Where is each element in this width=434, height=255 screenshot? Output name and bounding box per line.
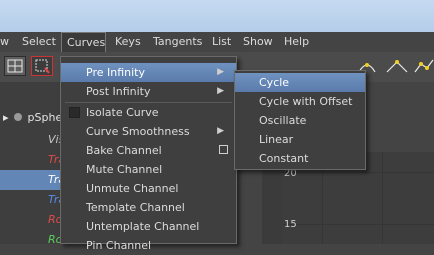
menu-item-post-infinity[interactable]: Post Infinity ▶	[61, 82, 236, 101]
menu-item-unmute-channel[interactable]: Unmute Channel	[61, 179, 236, 198]
menu-item-label: Post Infinity	[86, 85, 151, 98]
menu-item-bake-channel[interactable]: Bake Channel	[61, 141, 236, 160]
menu-curves[interactable]: Curves	[61, 32, 106, 52]
menu-list[interactable]: List	[212, 32, 231, 52]
menu-help[interactable]: Help	[284, 32, 309, 52]
grid-line	[282, 224, 434, 225]
menu-item-untemplate-channel[interactable]: Untemplate Channel	[61, 217, 236, 236]
outliner-row[interactable]: Tra	[0, 190, 60, 210]
submenu-item-oscillate[interactable]: Oscillate	[235, 111, 365, 130]
menu-item-label: Isolate Curve	[86, 106, 159, 119]
outliner-row[interactable]: Rot	[0, 230, 60, 250]
menu-item-curve-smoothness[interactable]: Curve Smoothness ▶	[61, 122, 236, 141]
menu-item-pre-infinity[interactable]: Pre Infinity ▶	[61, 63, 236, 82]
outliner-root-label: pSphere1	[27, 111, 60, 124]
submenu-arrow-icon: ▶	[217, 86, 224, 96]
grid-line	[282, 172, 434, 173]
tangent-icons[interactable]	[357, 56, 434, 78]
submenu-item-cycle-with-offset[interactable]: Cycle with Offset	[235, 92, 365, 111]
menu-item-label: Curve Smoothness	[86, 125, 190, 138]
submenu-item-cycle[interactable]: Cycle	[235, 73, 365, 92]
menu-tangents[interactable]: Tangents	[153, 32, 202, 52]
menu-window[interactable]: w	[0, 32, 9, 52]
infinity-submenu: Cycle Cycle with Offset Oscillate Linear…	[234, 70, 366, 170]
outliner-row-selected[interactable]: Tra	[0, 170, 60, 190]
expand-arrow-icon[interactable]: ▸	[3, 111, 9, 124]
menu-item-pin-channel[interactable]: Pin Channel	[61, 236, 236, 255]
window-titlebar	[0, 0, 434, 33]
menu-keys[interactable]: Keys	[115, 32, 141, 52]
outliner-panel: ▸ pSphere1 Visi Tra Tra Tra Rot Rot	[0, 82, 60, 246]
menu-select[interactable]: Select	[22, 32, 56, 52]
menu-item-isolate-curve[interactable]: Isolate Curve	[61, 103, 236, 122]
outliner-row[interactable]: Visi	[0, 130, 60, 150]
submenu-item-linear[interactable]: Linear	[235, 130, 365, 149]
outliner-row[interactable]: Tra	[0, 150, 60, 170]
menubar: w Select Curves Keys Tangents List Show …	[0, 32, 434, 52]
submenu-arrow-icon: ▶	[217, 126, 224, 136]
menu-item-template-channel[interactable]: Template Channel	[61, 198, 236, 217]
option-box-icon[interactable]	[219, 145, 228, 154]
sphere-icon	[14, 113, 23, 121]
region-tool-icon[interactable]	[31, 56, 53, 76]
submenu-arrow-icon: ▶	[217, 67, 224, 77]
checkbox-icon[interactable]	[69, 107, 80, 118]
menu-item-mute-channel[interactable]: Mute Channel	[61, 160, 236, 179]
outliner-row[interactable]: Rot	[0, 210, 60, 230]
menu-item-label: Bake Channel	[86, 144, 162, 157]
menu-item-label: Pre Infinity	[86, 66, 145, 79]
grid-line	[382, 152, 383, 244]
submenu-item-constant[interactable]: Constant	[235, 149, 365, 168]
menu-show[interactable]: Show	[243, 32, 273, 52]
curves-menu: Pre Infinity ▶ Post Infinity ▶ Isolate C…	[60, 56, 237, 252]
outliner-root[interactable]: ▸ pSphere1	[0, 108, 60, 128]
graph-axis-label: 15	[284, 219, 297, 230]
move-keys-icon[interactable]	[4, 56, 26, 76]
